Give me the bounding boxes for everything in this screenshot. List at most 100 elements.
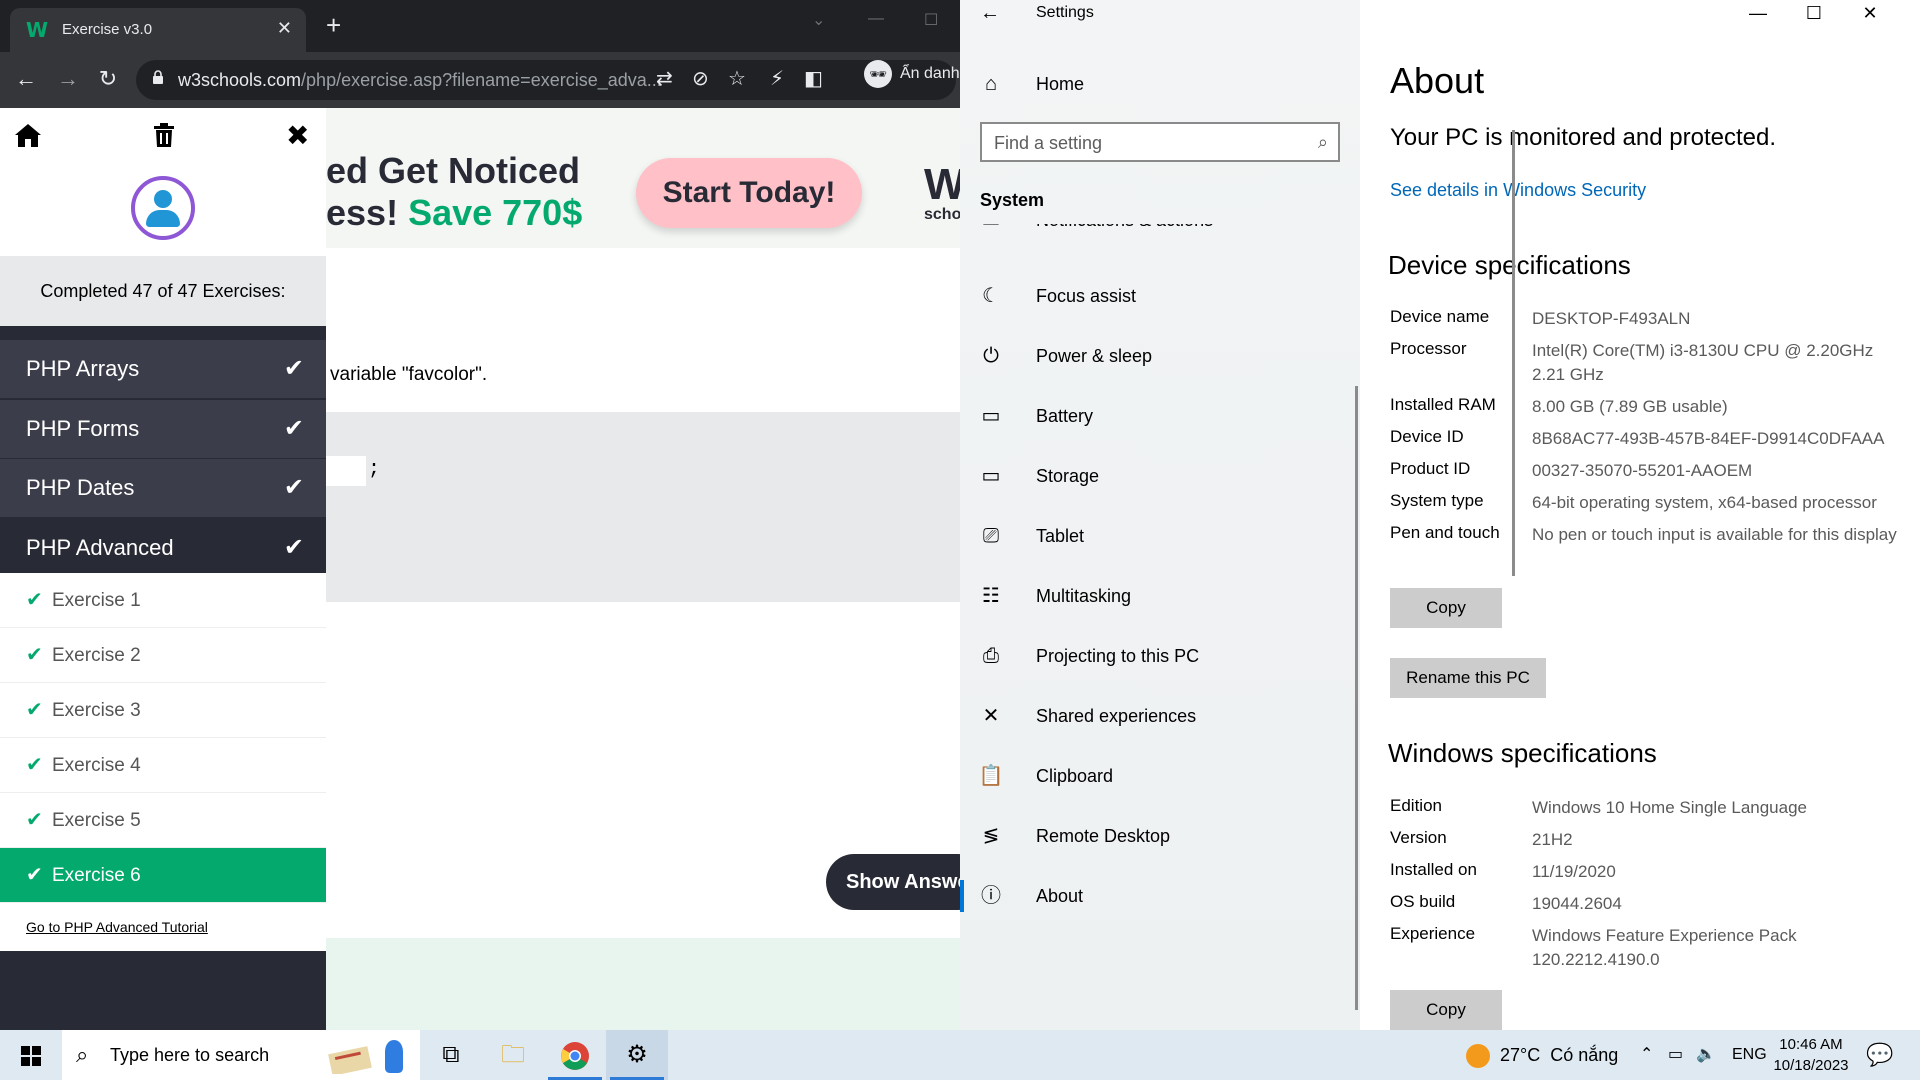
exercise-question: variable "favcolor".	[330, 364, 488, 385]
tablet-icon: ⎚	[983, 525, 999, 547]
section-php-arrays[interactable]: PHP Arrays ✔	[0, 340, 326, 398]
side-panel-icon[interactable]: ◧	[804, 68, 823, 90]
section-php-dates[interactable]: PHP Dates ✔	[0, 459, 326, 517]
info-icon: ⓘ	[981, 885, 1001, 907]
battery-tray-icon[interactable]: ▭	[1668, 1030, 1683, 1080]
answer-input[interactable]	[326, 456, 366, 486]
avatar-head-shape	[154, 190, 172, 208]
tracking-blocked-icon[interactable]: ⊘	[692, 68, 709, 90]
volume-icon[interactable]: 🔈	[1696, 1030, 1716, 1080]
translate-icon[interactable]: ⇄	[656, 68, 673, 90]
close-icon[interactable]: ✕	[1842, 0, 1898, 28]
nav-label: Focus assist	[1036, 286, 1137, 306]
ad-banner[interactable]: ed Get Noticed ess! Save 770$ Start Toda…	[326, 108, 960, 248]
exercise-label: Exercise 4	[52, 755, 141, 776]
check-icon: ✔	[283, 474, 304, 501]
language-indicator[interactable]: ENG	[1732, 1030, 1767, 1080]
taskbar: ⌕ Type here to search ⧉ 🗀 ⚙ 27°C Có nắng…	[0, 1030, 1920, 1080]
reload-icon[interactable]: ↻	[94, 66, 122, 92]
weather-text: Có nắng	[1550, 1045, 1619, 1065]
close-icon[interactable]: ✖	[286, 122, 309, 150]
check-icon: ✔	[26, 864, 43, 886]
copy-device-specs-button[interactable]: Copy	[1390, 588, 1502, 628]
trash-icon[interactable]	[152, 122, 176, 148]
rename-pc-button[interactable]: Rename this PC	[1390, 658, 1546, 698]
sidebar-header: ✖	[0, 108, 326, 256]
section-php-forms[interactable]: PHP Forms ✔	[0, 400, 326, 458]
back-arrow-icon[interactable]: ←	[980, 2, 1000, 25]
nav-tablet[interactable]: ⎚ Tablet	[978, 516, 1348, 556]
nav-label: Power & sleep	[1036, 346, 1153, 366]
minimize-icon[interactable]: —	[1730, 0, 1786, 28]
nav-label: Remote Desktop	[1036, 826, 1171, 846]
start-today-button[interactable]: Start Today!	[636, 158, 862, 228]
nav-projecting[interactable]: ⎙ Projecting to this PC	[978, 636, 1348, 676]
home-icon[interactable]	[14, 122, 42, 148]
back-icon[interactable]: ←	[12, 66, 40, 92]
spec-key: Pen and touch	[1390, 523, 1500, 542]
spec-key: OS build	[1390, 892, 1456, 911]
show-hidden-icons-chevron-icon[interactable]: ⌃	[1640, 1030, 1653, 1080]
forward-icon[interactable]: →	[54, 66, 82, 92]
nav-about[interactable]: ⓘ About	[978, 876, 1348, 916]
nav-shared-experiences[interactable]: ✕ Shared experiences	[978, 696, 1348, 736]
tab-search-icon[interactable]: ⌄	[812, 10, 825, 30]
battery-icon: ▭	[981, 405, 1001, 427]
exercise-item-2[interactable]: ✔ Exercise 2	[0, 628, 326, 683]
new-tab-button[interactable]: +	[326, 12, 341, 38]
tab-close-icon[interactable]: ✕	[277, 18, 292, 39]
spec-value: Windows 10 Home Single Language	[1532, 798, 1808, 817]
incognito-profile[interactable]: 🕶 Ẩn danh	[864, 60, 960, 88]
section-php-advanced[interactable]: PHP Advanced ✔	[0, 519, 326, 577]
avatar[interactable]	[131, 176, 195, 240]
nav-focus-assist[interactable]: ☾ Focus assist	[978, 276, 1348, 316]
exercise-sidebar: ✖ Completed 47 of 47 Exercises: PHP Arra…	[0, 108, 326, 1030]
exercise-item-1[interactable]: ✔ Exercise 1	[0, 573, 326, 628]
copy-windows-specs-button[interactable]: Copy	[1390, 990, 1502, 1030]
shared-icon: ✕	[982, 705, 1000, 727]
address-bar[interactable]: w3schools.com/php/exercise.asp?filename=…	[136, 60, 956, 100]
nav-power-sleep[interactable]: ⏻ Power & sleep	[978, 336, 1348, 376]
nav-scrollbar[interactable]	[1355, 386, 1358, 1010]
nav-multitasking[interactable]: ☷ Multitasking	[978, 576, 1348, 616]
chrome-icon[interactable]	[544, 1030, 606, 1080]
spec-value: DESKTOP-F493ALN	[1532, 309, 1691, 328]
avatar-body-shape	[146, 210, 180, 227]
start-button[interactable]	[0, 1030, 62, 1080]
notification-center-icon[interactable]: 💬	[1866, 1042, 1893, 1068]
windows-security-link[interactable]: See details in Windows Security	[1390, 180, 1646, 201]
selected-indicator	[960, 880, 964, 912]
show-answer-button[interactable]: Show Answer	[826, 854, 960, 910]
page-title: About	[1390, 60, 1485, 101]
maximize-icon[interactable]: ☐	[1786, 0, 1842, 28]
clock[interactable]: 10:46 AM 10/18/2023	[1770, 1034, 1852, 1076]
nav-storage[interactable]: ▭ Storage	[978, 456, 1348, 496]
tutorial-link[interactable]: Go to PHP Advanced Tutorial	[0, 903, 326, 951]
spec-key: Device ID	[1390, 427, 1464, 446]
extension-icon[interactable]: ⚡	[770, 68, 784, 90]
exercise-item-4[interactable]: ✔ Exercise 4	[0, 738, 326, 793]
section-label: PHP Advanced	[26, 535, 174, 560]
maximize-icon[interactable]: ☐	[924, 10, 938, 30]
weather-widget[interactable]: 27°C Có nắng	[1466, 1030, 1618, 1080]
nav-notifications[interactable]: ▭ Notifications & actions	[978, 224, 1348, 240]
find-setting-input[interactable]: Find a setting ⌕	[980, 122, 1340, 162]
minimize-icon[interactable]: —	[868, 10, 884, 28]
settings-gear-icon[interactable]: ⚙	[606, 1030, 668, 1080]
bookmark-star-icon[interactable]: ☆	[728, 68, 746, 90]
nav-battery[interactable]: ▭ Battery	[978, 396, 1348, 436]
exercise-label: Exercise 2	[52, 645, 141, 666]
nav-remote-desktop[interactable]: ≶ Remote Desktop	[978, 816, 1348, 856]
task-view-icon[interactable]: ⧉	[420, 1030, 482, 1080]
exercise-item-5[interactable]: ✔ Exercise 5	[0, 793, 326, 848]
nav-clipboard[interactable]: 📋 Clipboard	[978, 756, 1348, 796]
exercise-item-6[interactable]: ✔ Exercise 6	[0, 848, 326, 903]
file-explorer-icon[interactable]: 🗀	[482, 1030, 544, 1080]
exercise-item-3[interactable]: ✔ Exercise 3	[0, 683, 326, 738]
taskbar-search[interactable]: ⌕ Type here to search	[62, 1030, 420, 1080]
ad-subline: ess! Save 770$	[326, 192, 582, 234]
spec-key: Product ID	[1390, 459, 1471, 478]
nav-home[interactable]: ⌂ Home	[978, 64, 1348, 104]
browser-tab[interactable]: W Exercise v3.0 ✕	[10, 8, 306, 52]
content-scrollbar[interactable]	[1512, 130, 1515, 576]
